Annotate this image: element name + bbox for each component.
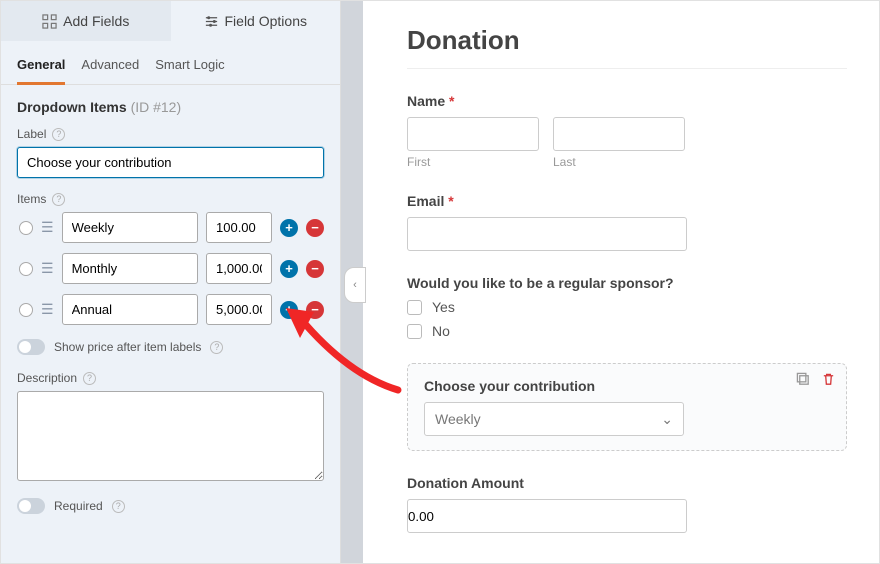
item-price-input[interactable] <box>206 253 272 284</box>
tab-field-options[interactable]: Field Options <box>171 1 341 41</box>
description-label: Description <box>17 371 77 385</box>
contribution-label: Choose your contribution <box>424 378 830 394</box>
form-title: Donation <box>407 25 847 56</box>
help-icon[interactable]: ? <box>210 341 223 354</box>
item-row: ☰ + − <box>17 253 324 284</box>
remove-item-icon[interactable]: − <box>306 260 324 278</box>
donation-label: Donation Amount <box>407 475 847 491</box>
preview-sponsor-field: Would you like to be a regular sponsor? … <box>407 275 847 339</box>
option-tabs: General Advanced Smart Logic <box>1 41 340 85</box>
email-label: Email <box>407 193 444 209</box>
help-icon[interactable]: ? <box>112 500 125 513</box>
chevron-left-icon: ‹ <box>353 279 357 291</box>
item-name-input[interactable] <box>62 253 198 284</box>
gutter: ‹ <box>341 1 363 563</box>
collapse-handle[interactable]: ‹ <box>344 267 366 303</box>
tab-advanced[interactable]: Advanced <box>81 51 139 84</box>
item-row: ☰ + − <box>17 212 324 243</box>
first-name-sublabel: First <box>407 155 539 169</box>
field-label: Label ? <box>17 127 324 178</box>
contribution-dropdown[interactable]: Weekly ⌄ <box>424 402 684 436</box>
chevron-down-icon: ⌄ <box>661 411 673 428</box>
preview-email-field: Email * <box>407 193 847 251</box>
add-item-icon[interactable]: + <box>280 260 298 278</box>
drag-handle-icon[interactable]: ☰ <box>41 260 54 277</box>
checkbox-no[interactable] <box>407 324 422 339</box>
add-item-icon[interactable]: + <box>280 301 298 319</box>
tab-smart-logic[interactable]: Smart Logic <box>155 51 224 84</box>
panel-heading-id: (ID #12) <box>131 99 182 115</box>
checkbox-yes[interactable] <box>407 300 422 315</box>
sponsor-label: Would you like to be a regular sponsor? <box>407 275 847 291</box>
tab-field-options-label: Field Options <box>225 13 307 29</box>
tab-add-fields-label: Add Fields <box>63 13 129 29</box>
show-price-toggle[interactable] <box>17 339 45 355</box>
drag-handle-icon[interactable]: ☰ <box>41 219 54 236</box>
last-name-input[interactable] <box>553 117 685 151</box>
donation-input[interactable] <box>407 499 687 533</box>
duplicate-icon[interactable] <box>796 372 811 390</box>
item-price-input[interactable] <box>206 212 272 243</box>
grid-icon <box>42 14 57 29</box>
default-radio[interactable] <box>19 262 33 276</box>
divider <box>407 68 847 69</box>
preview-donation-field: Donation Amount <box>407 475 847 533</box>
field-description: Description ? <box>17 371 324 484</box>
help-icon[interactable]: ? <box>52 193 65 206</box>
sliders-icon <box>204 14 219 29</box>
remove-item-icon[interactable]: − <box>306 219 324 237</box>
required-toggle[interactable] <box>17 498 45 514</box>
selected-field-wrapper[interactable]: Choose your contribution Weekly ⌄ <box>407 363 847 451</box>
email-input[interactable] <box>407 217 687 251</box>
sidebar-top-tabs: Add Fields Field Options <box>1 1 340 41</box>
default-radio[interactable] <box>19 303 33 317</box>
panel-heading: Dropdown Items (ID #12) <box>17 99 324 115</box>
panel-heading-text: Dropdown Items <box>17 99 127 115</box>
label-label: Label <box>17 127 46 141</box>
remove-item-icon[interactable]: − <box>306 301 324 319</box>
options-panel: Dropdown Items (ID #12) Label ? Items ? … <box>1 85 340 544</box>
item-row: ☰ + − <box>17 294 324 325</box>
show-price-row: Show price after item labels ? <box>17 339 324 355</box>
tab-add-fields[interactable]: Add Fields <box>1 1 171 41</box>
checkbox-no-label: No <box>432 323 450 339</box>
preview-name-field: Name * First Last <box>407 93 847 169</box>
form-preview: Donation Name * First Last Email * Would… <box>363 1 879 563</box>
show-price-label: Show price after item labels <box>54 340 201 354</box>
required-asterisk: * <box>448 193 453 209</box>
label-input[interactable] <box>17 147 324 178</box>
trash-icon[interactable] <box>821 372 836 390</box>
description-textarea[interactable] <box>17 391 324 481</box>
item-name-input[interactable] <box>62 294 198 325</box>
last-name-sublabel: Last <box>553 155 685 169</box>
name-label: Name <box>407 93 445 109</box>
sidebar: Add Fields Field Options General Advance… <box>1 1 341 563</box>
first-name-input[interactable] <box>407 117 539 151</box>
item-name-input[interactable] <box>62 212 198 243</box>
checkbox-yes-label: Yes <box>432 299 455 315</box>
field-items: Items ? ☰ + − ☰ + − <box>17 192 324 325</box>
default-radio[interactable] <box>19 221 33 235</box>
items-label: Items <box>17 192 46 206</box>
required-asterisk: * <box>449 93 454 109</box>
drag-handle-icon[interactable]: ☰ <box>41 301 54 318</box>
help-icon[interactable]: ? <box>52 128 65 141</box>
help-icon[interactable]: ? <box>83 372 96 385</box>
add-item-icon[interactable]: + <box>280 219 298 237</box>
required-row: Required ? <box>17 498 324 514</box>
dropdown-selected: Weekly <box>435 411 481 427</box>
tab-general[interactable]: General <box>17 51 65 85</box>
item-price-input[interactable] <box>206 294 272 325</box>
required-label: Required <box>54 499 103 513</box>
